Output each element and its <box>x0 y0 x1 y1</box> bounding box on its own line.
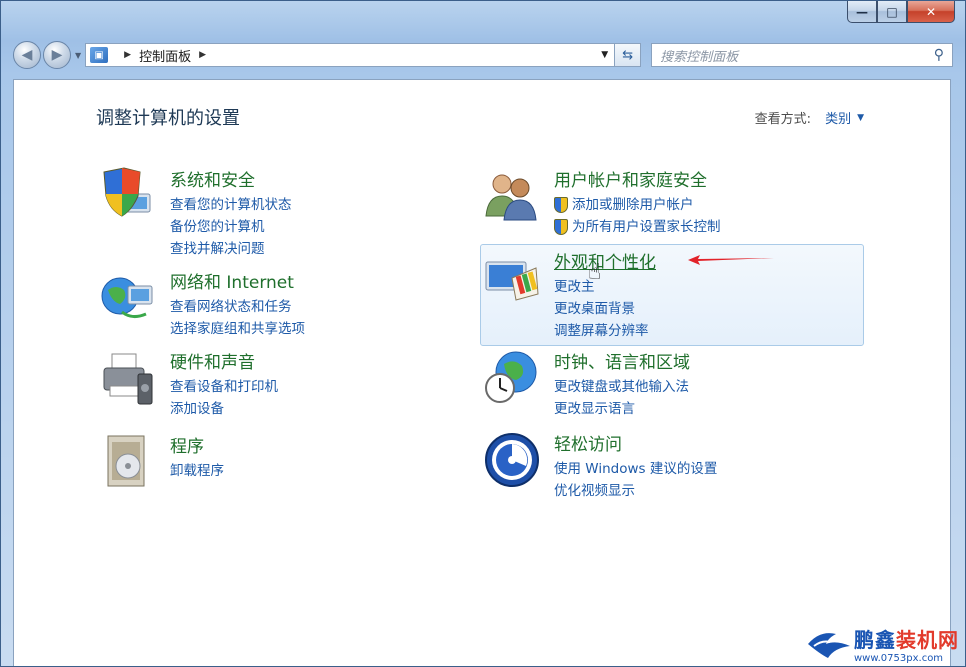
link-text[interactable]: 为所有用户设置家长控制 <box>572 216 721 238</box>
maximize-button[interactable]: □ <box>877 1 907 23</box>
link-network-status[interactable]: 查看网络状态和任务 <box>170 296 305 318</box>
close-button[interactable]: ✕ <box>907 1 955 23</box>
page-title: 调整计算机的设置 <box>96 108 240 129</box>
link-uninstall[interactable]: 卸载程序 <box>170 460 224 482</box>
view-mode: 查看方式: 类别 ▼ <box>755 108 864 127</box>
view-mode-dropdown[interactable]: 类别 <box>825 108 851 127</box>
hand-cursor-icon: ☝ <box>588 260 602 285</box>
refresh-button[interactable]: ⇆ <box>615 43 642 67</box>
breadcrumb-control-panel[interactable]: 控制面板 <box>139 46 191 65</box>
link-troubleshoot[interactable]: 查找并解决问题 <box>170 238 292 260</box>
link-change-theme[interactable]: 更改主 <box>554 276 656 298</box>
history-dropdown-icon[interactable]: ▼ <box>75 51 81 60</box>
category-title[interactable]: 硬件和声音 <box>170 348 278 373</box>
category-title[interactable]: 程序 <box>170 432 224 457</box>
control-panel-window: — □ ✕ ◀ ▶ ▼ ▣ ▶ 控制面板 ▶ ▼ ⇆ 搜索控制面板 ⚲ 调整计算… <box>0 0 966 667</box>
category-system-security: 系统和安全 查看您的计算机状态 备份您的计算机 查找并解决问题 <box>98 166 292 260</box>
watermark: 鹏鑫装机网 www.0753px.com <box>806 624 959 664</box>
refresh-icon: ⇆ <box>622 47 634 63</box>
category-title[interactable]: 时钟、语言和区域 <box>554 348 690 373</box>
back-arrow-icon[interactable]: ◀ <box>13 41 41 69</box>
search-input[interactable]: 搜索控制面板 ⚲ <box>651 43 953 67</box>
category-title[interactable]: 系统和安全 <box>170 166 292 191</box>
category-title[interactable]: 网络和 Internet <box>170 268 305 293</box>
printer-icon <box>98 348 158 408</box>
monitor-palette-icon <box>482 248 542 308</box>
link-parental-controls[interactable]: 为所有用户设置家长控制 <box>554 216 721 238</box>
link-optimize-video[interactable]: 优化视频显示 <box>554 480 717 502</box>
watermark-url: www.0753px.com <box>854 653 944 664</box>
ease-of-access-icon <box>482 430 542 490</box>
link-view-status[interactable]: 查看您的计算机状态 <box>170 194 292 216</box>
uac-shield-icon <box>554 219 568 235</box>
category-hardware-sound: 硬件和声音 查看设备和打印机 添加设备 <box>98 348 278 420</box>
watermark-title-part1: 鹏鑫 <box>854 628 896 652</box>
breadcrumb-chevron-icon[interactable]: ▶ <box>124 50 131 60</box>
link-screen-resolution[interactable]: 调整屏幕分辨率 <box>554 320 656 342</box>
content-area: 调整计算机的设置 查看方式: 类别 ▼ 系统和安全 查看您的计算机状态 备份您的… <box>13 79 951 666</box>
chevron-down-icon[interactable]: ▼ <box>857 113 864 123</box>
category-network: 网络和 Internet 查看网络状态和任务 选择家庭组和共享选项 <box>98 268 305 340</box>
forward-arrow-icon[interactable]: ▶ <box>43 41 71 69</box>
breadcrumb-chevron-icon[interactable]: ▶ <box>199 50 206 60</box>
link-backup[interactable]: 备份您的计算机 <box>170 216 292 238</box>
link-homegroup[interactable]: 选择家庭组和共享选项 <box>170 318 305 340</box>
annotation-arrow-icon <box>688 255 774 265</box>
category-appearance: 外观和个性化 更改主 更改桌面背景 调整屏幕分辨率 <box>482 248 656 342</box>
address-bar[interactable]: ▣ ▶ 控制面板 ▶ ▼ <box>85 43 616 67</box>
navigation-bar: ◀ ▶ ▼ ▣ ▶ 控制面板 ▶ ▼ ⇆ 搜索控制面板 ⚲ <box>13 39 953 71</box>
programs-icon <box>98 432 158 492</box>
watermark-title: 鹏鑫装机网 <box>854 624 959 653</box>
network-globe-icon <box>98 268 158 328</box>
search-icon[interactable]: ⚲ <box>934 47 944 63</box>
link-add-remove-users[interactable]: 添加或删除用户帐户 <box>554 194 721 216</box>
search-placeholder: 搜索控制面板 <box>660 49 739 65</box>
category-title[interactable]: 外观和个性化 <box>554 248 656 273</box>
category-title[interactable]: 用户帐户和家庭安全 <box>554 166 721 191</box>
watermark-title-part2: 装机网 <box>896 628 959 652</box>
link-windows-recommended[interactable]: 使用 Windows 建议的设置 <box>554 458 717 480</box>
shield-computer-icon <box>98 166 158 226</box>
minimize-button[interactable]: — <box>847 1 877 23</box>
link-keyboard-input[interactable]: 更改键盘或其他输入法 <box>554 376 690 398</box>
link-devices-printers[interactable]: 查看设备和打印机 <box>170 376 278 398</box>
link-add-device[interactable]: 添加设备 <box>170 398 278 420</box>
users-icon <box>482 166 542 226</box>
clock-globe-icon <box>482 348 542 408</box>
link-text[interactable]: 添加或删除用户帐户 <box>572 194 694 216</box>
category-programs: 程序 卸载程序 <box>98 432 224 492</box>
control-panel-icon: ▣ <box>90 47 109 63</box>
watermark-logo-icon <box>808 633 850 658</box>
link-display-language[interactable]: 更改显示语言 <box>554 398 690 420</box>
category-user-accounts: 用户帐户和家庭安全 添加或删除用户帐户 为所有用户设置家长控制 <box>482 166 721 238</box>
address-dropdown-icon[interactable]: ▼ <box>601 50 608 60</box>
link-desktop-background[interactable]: 更改桌面背景 <box>554 298 656 320</box>
category-ease-of-access: 轻松访问 使用 Windows 建议的设置 优化视频显示 <box>482 430 717 502</box>
uac-shield-icon <box>554 197 568 213</box>
view-mode-label: 查看方式: <box>754 112 812 127</box>
caption-buttons: — □ ✕ <box>847 1 955 25</box>
category-clock-language: 时钟、语言和区域 更改键盘或其他输入法 更改显示语言 <box>482 348 690 420</box>
category-title[interactable]: 轻松访问 <box>554 430 717 455</box>
